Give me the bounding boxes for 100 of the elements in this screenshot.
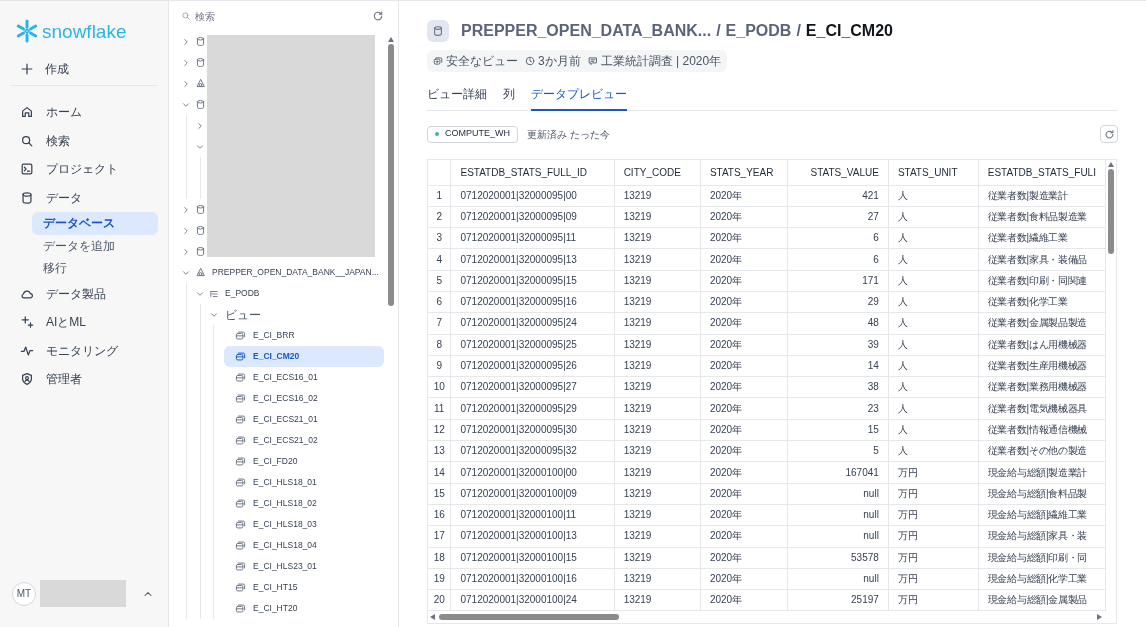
nav-item[interactable]: 検索 (10, 126, 158, 155)
breadcrumb-link[interactable]: E_PODB (725, 19, 792, 43)
secure-view-icon (433, 56, 443, 66)
view-icon (235, 519, 246, 530)
tree-item[interactable]: E_CI_BRR (224, 325, 384, 346)
column-header[interactable]: CITY_CODE (614, 160, 701, 185)
table-cell: 2020年 (700, 419, 788, 441)
table-cell: 171 (787, 270, 889, 292)
table-cell: 人 (888, 440, 979, 462)
database-icon (195, 57, 206, 68)
database-icon (195, 225, 206, 236)
table-cell: 13219 (614, 376, 701, 398)
table-cell: 0712020001|32000095|16 (450, 291, 615, 313)
tab[interactable]: 列 (503, 80, 515, 110)
breadcrumb-link[interactable]: PREPPER_OPEN_DATA_BANK... (461, 19, 712, 43)
table-cell: 人 (888, 419, 979, 441)
table-cell: 13219 (614, 547, 701, 569)
nav-item[interactable]: データ (10, 183, 158, 212)
tree-item[interactable]: ビュー (201, 304, 384, 325)
table-cell: 53578 (787, 547, 889, 569)
view-icon (235, 498, 246, 509)
column-header[interactable]: STATS_UNIT (888, 160, 979, 185)
nav-subitem[interactable]: 移行 (32, 257, 158, 280)
tree-item[interactable]: E_CI_ECS21_01 (224, 409, 384, 430)
table-cell: 人 (888, 397, 979, 420)
table-cell: 0712020001|32000100|00 (450, 461, 615, 484)
tree-item[interactable]: E_CI_HLS18_03 (224, 514, 384, 535)
table-cell: 0712020001|32000100|16 (450, 568, 615, 590)
nav-subitem[interactable]: データを追加 (32, 234, 158, 257)
table-cell: 13219 (614, 589, 701, 611)
tree-item[interactable]: E_CI_HT15 (224, 577, 384, 598)
search-field[interactable]: 検索 (195, 8, 368, 24)
table-cell: 0712020001|32000095|25 (450, 334, 615, 356)
column-header[interactable]: ESTATDB_STATS_FULL_ID (450, 160, 615, 185)
tab[interactable]: ビュー詳細 (427, 80, 487, 110)
row-number: 3 (428, 227, 451, 249)
nav-item[interactable]: プロジェクト (10, 155, 158, 184)
column-header[interactable]: ESTATDB_STATS_FULI (978, 160, 1106, 185)
nav-item[interactable]: データ製品 (10, 279, 158, 308)
tree-item[interactable]: E_CI_ECS16_02 (224, 388, 384, 409)
view-icon (235, 393, 246, 404)
table-cell: 現金給与総額|製造業計 (978, 461, 1106, 484)
nav-item[interactable]: AIとML (10, 308, 158, 337)
table-cell: 0712020001|32000100|24 (450, 589, 615, 611)
refresh-button[interactable] (1100, 125, 1118, 143)
nav-subitem[interactable]: データベース (32, 212, 158, 235)
view-icon (235, 582, 246, 593)
tree-item[interactable]: E_CI_ECS16_01 (224, 367, 384, 388)
view-icon (235, 351, 246, 362)
tree-item[interactable]: PREPPER_OPEN_DATA_BANK__JAPAN... (169, 262, 384, 283)
nav-item[interactable]: 管理者 (10, 365, 158, 394)
row-number: 10 (428, 376, 451, 398)
row-number: 17 (428, 525, 451, 548)
column-header[interactable]: STATS_VALUE (787, 160, 889, 185)
view-icon (235, 477, 246, 488)
table-cell: 万円 (888, 568, 979, 590)
table-cell: 2020年 (700, 589, 788, 611)
tab[interactable]: データプレビュー (531, 80, 627, 111)
table-cell: 0712020001|32000095|26 (450, 355, 615, 377)
tree-item[interactable]: E_CI_ECS21_02 (224, 430, 384, 451)
tree-item[interactable]: E_CI_HLS18_04 (224, 535, 384, 556)
table-cell: 人 (888, 227, 979, 249)
table-cell: 421 (787, 185, 889, 207)
tree-item[interactable]: E_PODB (187, 283, 384, 304)
comment-icon (587, 56, 598, 66)
shared-database-icon (195, 267, 206, 278)
table-cell: 0712020001|32000100|09 (450, 483, 615, 505)
table-cell: 従業者数|業務用機械器 (978, 376, 1106, 398)
view-icon (235, 456, 246, 467)
table-cell: 従業者数|印刷・同関連 (978, 270, 1106, 292)
row-number: 7 (428, 312, 451, 335)
tree-item[interactable]: E_CI_HT20 (224, 598, 384, 619)
tree-item[interactable]: E_CI_FD20 (224, 451, 384, 472)
column-header[interactable]: STATS_YEAR (700, 160, 788, 185)
table-cell: 2020年 (700, 248, 788, 271)
table-cell: 2020年 (700, 397, 788, 420)
tree-item[interactable]: E_CI_CM20 (224, 346, 384, 367)
row-number: 5 (428, 270, 451, 292)
warehouse-chip[interactable]: COMPUTE_WH (427, 125, 518, 143)
tree-item[interactable]: E_CI_HLS18_02 (224, 493, 384, 514)
meta-text: 3か月前 (538, 53, 581, 70)
table-cell: 0712020001|32000095|09 (450, 206, 615, 228)
nav-item[interactable]: ホーム (10, 98, 158, 127)
tree-item[interactable]: E_CI_HLS18_01 (224, 472, 384, 493)
table-cell: 13219 (614, 312, 701, 335)
table-cell: 2020年 (700, 461, 788, 484)
tree-item[interactable]: E_CI_HLS23_01 (224, 556, 384, 577)
user-avatar[interactable]: MT (12, 581, 36, 606)
table-cell: 23 (787, 397, 889, 420)
table-cell: 13219 (614, 483, 701, 505)
search-icon (181, 11, 191, 21)
table-cell: 従業者数|その他の製造 (978, 440, 1106, 462)
nav-item[interactable]: モニタリング (10, 336, 158, 365)
row-number: 1 (428, 185, 451, 207)
sparkle-icon (20, 315, 34, 330)
table-cell: 従業者数|はん用機械器 (978, 334, 1106, 356)
table-cell: 現金給与総額|化学工業 (978, 568, 1106, 590)
create-button[interactable]: 作成 (10, 52, 158, 86)
table-cell: 0712020001|32000095|30 (450, 419, 615, 441)
table-cell: 0712020001|32000095|00 (450, 185, 615, 207)
